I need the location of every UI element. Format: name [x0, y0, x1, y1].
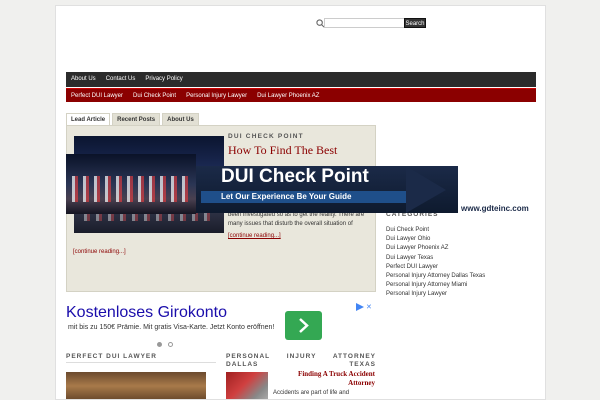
- chevron-right-icon: [299, 318, 309, 333]
- page: Search About Us Contact Us Privacy Polic…: [55, 5, 546, 400]
- category-link[interactable]: Perfect DUI Lawyer: [386, 263, 485, 272]
- category-link[interactable]: Personal Injury Attorney Miami: [386, 281, 485, 290]
- category-nav: Perfect DUI Lawyer Dui Check Point Perso…: [66, 88, 536, 102]
- section-heading-perfect-dui: PERFECT DUI LAWYER: [66, 353, 157, 360]
- ad-close-icon[interactable]: ✕: [366, 303, 372, 311]
- carousel-dot-active[interactable]: [157, 342, 162, 347]
- courtroom-image[interactable]: [66, 372, 206, 399]
- banner-subtitle: Let Our Experience Be Your Guide: [221, 192, 352, 201]
- post-title[interactable]: Finding A Truck Accident Attorney: [273, 370, 375, 388]
- post-excerpt: Accidents are part of life and: [273, 390, 350, 396]
- ad-cta-button[interactable]: [285, 311, 322, 340]
- search-button[interactable]: Search: [404, 18, 426, 28]
- lead-category[interactable]: DUI CHECK POINT: [228, 133, 304, 140]
- nav-item-personal-injury-lawyer[interactable]: Personal Injury Lawyer: [181, 89, 252, 103]
- category-link[interactable]: Dui Check Point: [386, 226, 485, 235]
- nav-item-dui-lawyer-phoenix[interactable]: Dui Lawyer Phoenix AZ: [252, 89, 324, 103]
- banner-url: www.gdteinc.com: [461, 204, 529, 213]
- section-heading-dallas: PERSONAL INJURY ATTORNEY DALLAS TEXAS: [226, 353, 376, 368]
- search-input[interactable]: [324, 18, 412, 28]
- banner-traffic-photo: [66, 154, 196, 214]
- category-link[interactable]: Dui Lawyer Ohio: [386, 235, 485, 244]
- nav-item-contact-us[interactable]: Contact Us: [101, 72, 141, 87]
- nav-item-dui-check-point[interactable]: Dui Check Point: [128, 89, 181, 103]
- ad-title[interactable]: Kostenloses Girokonto: [66, 304, 227, 322]
- carousel-dot[interactable]: [168, 342, 173, 347]
- divider: [66, 362, 216, 363]
- nav-item-privacy-policy[interactable]: Privacy Policy: [140, 72, 187, 87]
- categories-list: Dui Check Point Dui Lawyer Ohio Dui Lawy…: [386, 226, 485, 300]
- category-link[interactable]: Dui Lawyer Texas: [386, 254, 485, 263]
- ad-info-icon[interactable]: [356, 303, 364, 311]
- top-nav: About Us Contact Us Privacy Policy: [66, 72, 536, 87]
- truck-accident-thumbnail[interactable]: [226, 372, 268, 399]
- lead-excerpt: been investigated so as to get the reali…: [228, 212, 365, 227]
- category-link[interactable]: Personal Injury Lawyer: [386, 290, 485, 299]
- ad-text: mit bis zu 150€ Prämie. Mit gratis Visa-…: [68, 324, 275, 331]
- banner-title: DUI Check Point: [221, 166, 369, 187]
- banner-arrow: [406, 166, 446, 213]
- excerpt-continue-link[interactable]: [continue reading...]: [228, 233, 281, 239]
- category-link[interactable]: Personal Injury Attorney Dallas Texas: [386, 272, 485, 281]
- category-link[interactable]: Dui Lawyer Phoenix AZ: [386, 244, 485, 253]
- nav-item-perfect-dui-lawyer[interactable]: Perfect DUI Lawyer: [66, 89, 128, 103]
- lead-title[interactable]: How To Find The Best: [228, 143, 337, 158]
- continue-reading-link[interactable]: [continue reading...]: [73, 249, 126, 255]
- nav-item-about-us[interactable]: About Us: [66, 72, 101, 87]
